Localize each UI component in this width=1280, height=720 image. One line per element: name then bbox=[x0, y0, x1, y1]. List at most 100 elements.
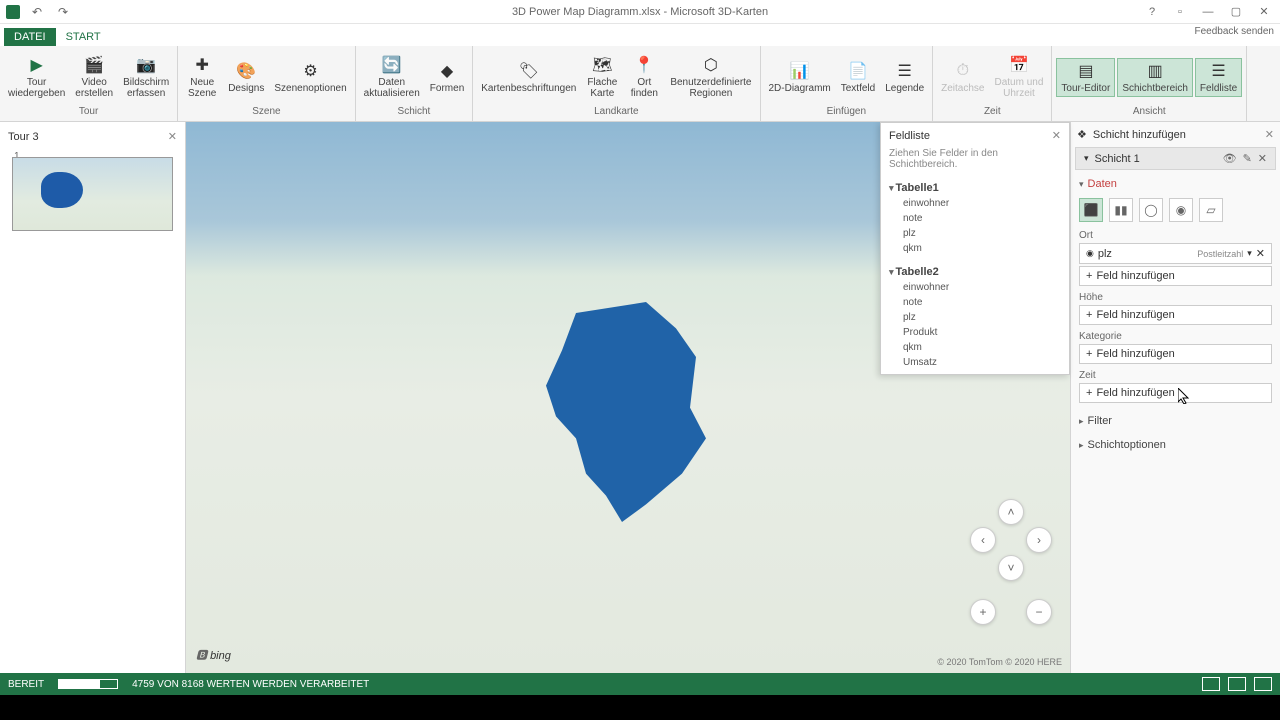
chart-2d-button[interactable]: 📊2D-Diagramm bbox=[765, 59, 835, 96]
group-einfuegen-label: Einfügen bbox=[765, 106, 929, 119]
status-ready: BEREIT bbox=[8, 679, 44, 690]
ribbon-options-button[interactable]: ▫ bbox=[1168, 2, 1192, 22]
group-tour-label: Tour bbox=[4, 106, 173, 119]
map-labels-button[interactable]: 🏷Kartenbeschriftungen bbox=[477, 59, 580, 96]
ribbon: ▶Tourwiedergeben 🎬Videoerstellen 📷Bildsc… bbox=[0, 46, 1280, 122]
add-layer-button[interactable]: ❖ Schicht hinzufügen bbox=[1077, 128, 1186, 141]
collapse-icon: ▾ bbox=[1084, 153, 1089, 164]
video-create-button[interactable]: 🎬Videoerstellen bbox=[71, 53, 117, 101]
field-item[interactable]: note bbox=[889, 295, 1061, 310]
field-item[interactable]: einwohner bbox=[889, 196, 1061, 211]
close-button[interactable]: ✕ bbox=[1252, 2, 1276, 22]
field-item[interactable]: plz bbox=[889, 310, 1061, 325]
field-item[interactable]: einwohner bbox=[889, 280, 1061, 295]
zoom-in-button[interactable]: + bbox=[970, 599, 996, 625]
ribbon-tabs: DATEI START bbox=[0, 24, 1280, 46]
data-region-germany[interactable] bbox=[526, 302, 726, 522]
tour-close-icon[interactable]: ✕ bbox=[168, 130, 177, 143]
rotate-left-button[interactable]: ‹ bbox=[970, 527, 996, 553]
group-landkarte-label: Landkarte bbox=[477, 106, 755, 119]
designs-button[interactable]: 🎨Designs bbox=[224, 59, 268, 96]
feedback-link[interactable]: Feedback senden bbox=[1194, 26, 1274, 37]
add-field-ort[interactable]: +Feld hinzufügen bbox=[1079, 266, 1272, 286]
add-field-kategorie[interactable]: +Feld hinzufügen bbox=[1079, 344, 1272, 364]
remove-field-icon[interactable]: ✕ bbox=[1256, 247, 1265, 260]
shapes-button[interactable]: ◆Formen bbox=[426, 59, 468, 96]
minimize-button[interactable]: — bbox=[1196, 2, 1220, 22]
field-item[interactable]: Umsatz bbox=[889, 355, 1061, 370]
viz-region-button[interactable]: ▱ bbox=[1199, 198, 1223, 222]
group-szene-label: Szene bbox=[182, 106, 350, 119]
tilt-down-button[interactable]: ˅ bbox=[998, 555, 1024, 581]
timeline-button: ⏱Zeitachse bbox=[937, 59, 988, 96]
tour-editor-toggle[interactable]: ▤Tour-Editor bbox=[1056, 58, 1115, 97]
title-bar: ↶ ↷ 3D Power Map Diagramm.xlsx - Microso… bbox=[0, 0, 1280, 24]
zoom-out-button[interactable]: − bbox=[1026, 599, 1052, 625]
field-item[interactable]: qkm bbox=[889, 241, 1061, 256]
undo-button[interactable]: ↶ bbox=[28, 3, 46, 21]
layer-pane-toggle[interactable]: ▥Schichtbereich bbox=[1117, 58, 1193, 97]
tour-title: Tour 3 bbox=[8, 131, 39, 143]
map-copyright: © 2020 TomTom © 2020 HERE bbox=[937, 657, 1062, 667]
field-item[interactable]: note bbox=[889, 211, 1061, 226]
layer-header[interactable]: ▾ Schicht 1 👁 ✎ ✕ bbox=[1075, 147, 1276, 170]
fieldlist-title: Feldliste bbox=[889, 130, 930, 142]
find-location-button[interactable]: 📍Ortfinden bbox=[624, 53, 664, 101]
textbox-button[interactable]: 📄Textfeld bbox=[837, 59, 879, 96]
fieldlist-panel: Feldliste ✕ Ziehen Sie Felder in den Sch… bbox=[880, 122, 1070, 375]
tab-datei[interactable]: DATEI bbox=[4, 28, 56, 46]
layer-panel-close-icon[interactable]: ✕ bbox=[1265, 128, 1274, 141]
rename-icon[interactable]: ✎ bbox=[1243, 152, 1252, 165]
delete-layer-icon[interactable]: ✕ bbox=[1258, 152, 1267, 165]
tour-panel: Tour 3 ✕ 1 Szene 1 (10 s) bbox=[0, 122, 186, 673]
status-progress-text: 4759 VON 8168 WERTEN WERDEN VERARBEITET bbox=[132, 679, 369, 690]
fieldlist-subtitle: Ziehen Sie Felder in den Schichtbereich. bbox=[881, 148, 1069, 176]
group-zeit-label: Zeit bbox=[937, 106, 1047, 119]
viz-stacked-column-button[interactable]: ⬛ bbox=[1079, 198, 1103, 222]
table-header[interactable]: Tabelle2 bbox=[889, 264, 1061, 280]
add-field-zeit[interactable]: +Feld hinzufügen bbox=[1079, 383, 1272, 403]
new-scene-button[interactable]: ✚NeueSzene bbox=[182, 53, 222, 101]
group-schicht-label: Schicht bbox=[360, 106, 469, 119]
map-canvas[interactable]: 🅱 bing © 2020 TomTom © 2020 HERE ˄ ‹ › ˅… bbox=[186, 122, 1070, 673]
help-button[interactable]: ? bbox=[1140, 2, 1164, 22]
datetime-button: 📅Datum undUhrzeit bbox=[991, 53, 1048, 101]
tilt-up-button[interactable]: ˄ bbox=[998, 499, 1024, 525]
scene-options-button[interactable]: ⚙Szenenoptionen bbox=[270, 59, 350, 96]
zeit-label: Zeit bbox=[1079, 366, 1272, 383]
visibility-icon[interactable]: 👁 bbox=[1223, 152, 1237, 165]
status-bar: BEREIT 4759 VON 8168 WERTEN WERDEN VERAR… bbox=[0, 673, 1280, 695]
tour-play-button[interactable]: ▶Tourwiedergeben bbox=[4, 53, 69, 101]
view-mode-2-button[interactable] bbox=[1228, 677, 1246, 691]
field-item[interactable]: qkm bbox=[889, 340, 1061, 355]
data-refresh-button[interactable]: 🔄Datenaktualisieren bbox=[360, 53, 424, 101]
app-icon bbox=[6, 5, 20, 19]
custom-regions-button[interactable]: ⬡BenutzerdefinierteRegionen bbox=[666, 53, 755, 101]
section-filter[interactable]: Filter bbox=[1071, 409, 1280, 433]
view-mode-3-button[interactable] bbox=[1254, 677, 1272, 691]
viz-heatmap-button[interactable]: ◉ bbox=[1169, 198, 1193, 222]
section-schichtoptionen[interactable]: Schichtoptionen bbox=[1071, 433, 1280, 457]
maximize-button[interactable]: ▢ bbox=[1224, 2, 1248, 22]
fieldlist-toggle[interactable]: ☰Feldliste bbox=[1195, 58, 1242, 97]
ort-field-plz[interactable]: ◉ plz Postleitzahl ▾ ✕ bbox=[1079, 243, 1272, 264]
flat-map-button[interactable]: 🗺FlacheKarte bbox=[582, 53, 622, 101]
screen-capture-button[interactable]: 📷Bildschirmerfassen bbox=[119, 53, 173, 101]
kategorie-label: Kategorie bbox=[1079, 327, 1272, 344]
viz-bubble-button[interactable]: ◯ bbox=[1139, 198, 1163, 222]
field-item[interactable]: Produkt bbox=[889, 325, 1061, 340]
view-mode-1-button[interactable] bbox=[1202, 677, 1220, 691]
tab-start[interactable]: START bbox=[56, 28, 111, 46]
field-item[interactable]: plz bbox=[889, 226, 1061, 241]
viz-clustered-column-button[interactable]: ▮▮ bbox=[1109, 198, 1133, 222]
rotate-right-button[interactable]: › bbox=[1026, 527, 1052, 553]
fieldlist-close-icon[interactable]: ✕ bbox=[1052, 129, 1061, 142]
section-daten[interactable]: Daten bbox=[1079, 174, 1272, 194]
table-header[interactable]: Tabelle1 bbox=[889, 180, 1061, 196]
window-title: 3D Power Map Diagramm.xlsx - Microsoft 3… bbox=[512, 6, 768, 18]
scene-thumbnail[interactable]: 1 Szene 1 (10 s) bbox=[0, 151, 185, 233]
chevron-down-icon[interactable]: ▾ bbox=[1247, 248, 1252, 259]
add-field-hoehe[interactable]: +Feld hinzufügen bbox=[1079, 305, 1272, 325]
redo-button[interactable]: ↷ bbox=[54, 3, 72, 21]
legend-button[interactable]: ☰Legende bbox=[881, 59, 928, 96]
